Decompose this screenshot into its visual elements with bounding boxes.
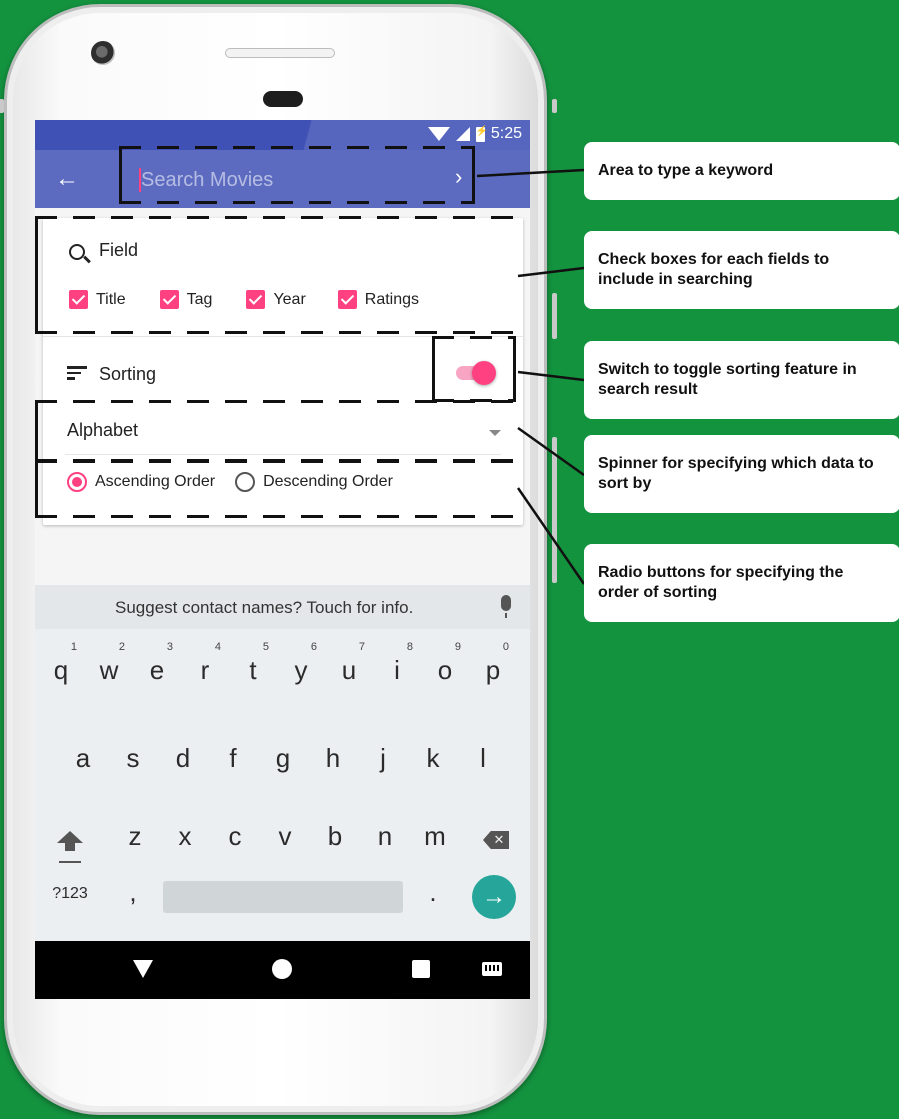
callout-search-area: Area to type a keyword bbox=[584, 142, 899, 200]
callout-radios: Radio buttons for specifying the order o… bbox=[584, 544, 899, 622]
callout-switch: Switch to toggle sorting feature in sear… bbox=[584, 341, 899, 419]
callout-spinner: Spinner for specifying which data to sor… bbox=[584, 435, 899, 513]
callout-checkboxes: Check boxes for each fields to include i… bbox=[584, 231, 899, 309]
